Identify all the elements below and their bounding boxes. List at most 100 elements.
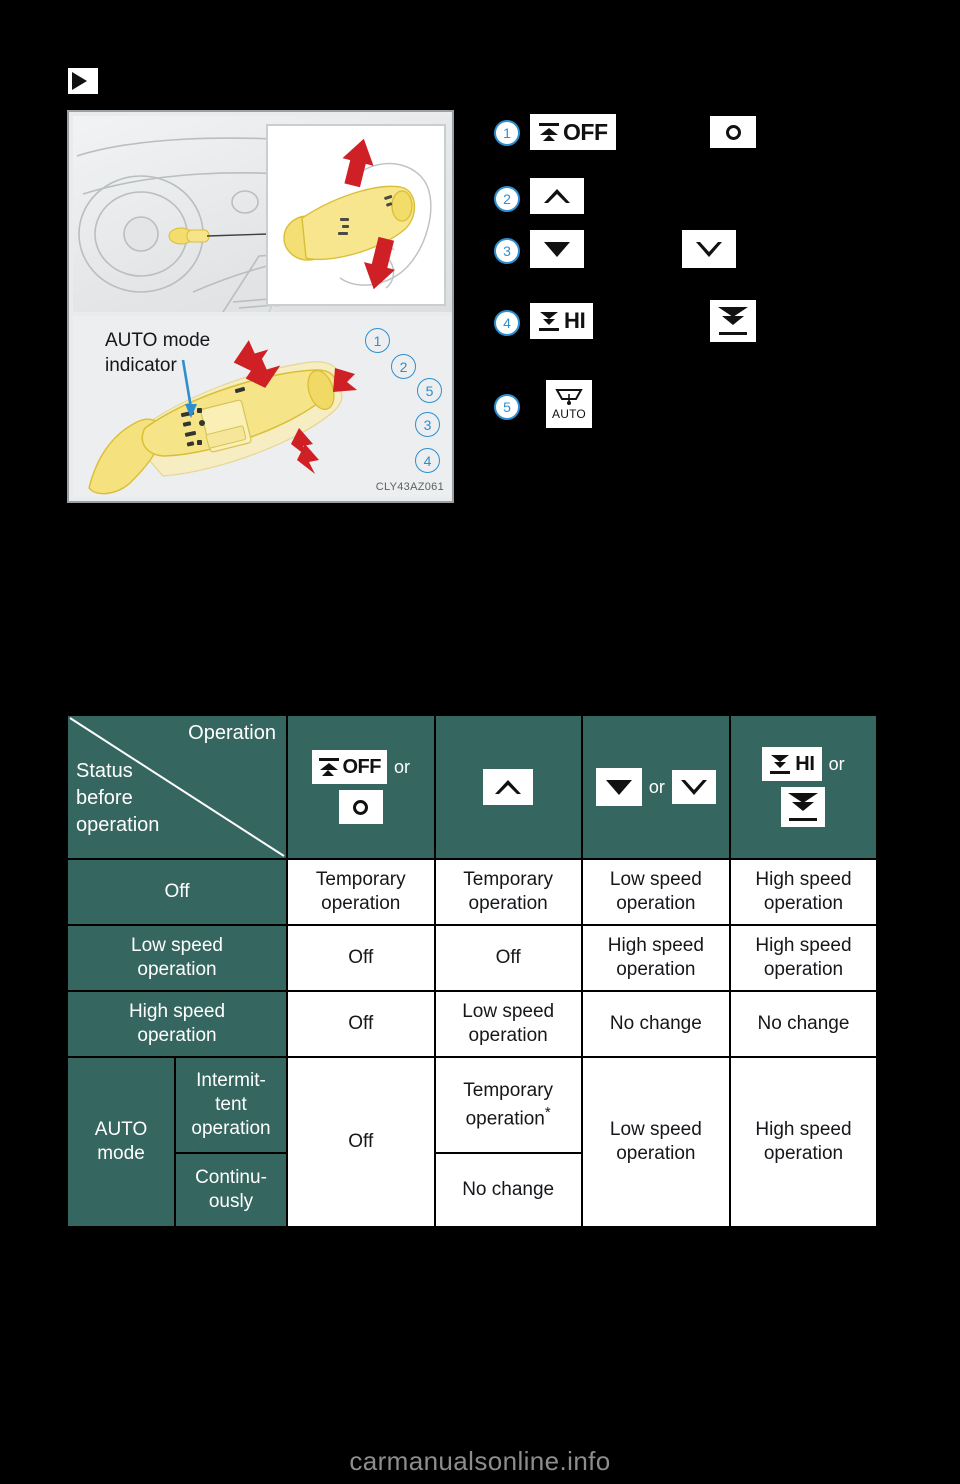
legend-chip-ring	[710, 116, 756, 148]
row-header-off: Off	[68, 860, 286, 924]
cell-off-up: Temporary operation	[435, 860, 581, 924]
wiper-auto-icon: AUTO	[549, 384, 589, 424]
table-row: High speed operation Off Low speed opera…	[68, 992, 876, 1056]
header-chip-off: OFF	[311, 750, 387, 784]
row-header-line-2: ously	[208, 1191, 254, 1212]
cell-line-2: operation	[763, 1143, 844, 1164]
column-header-up	[435, 716, 581, 858]
cell-line-1: Low speed	[609, 1118, 702, 1140]
cell-high-hi: No change	[730, 992, 876, 1056]
cell-line-2: operation	[763, 893, 844, 914]
page-root: AUTO mode indicator 1 2 5 3 4 CLY43AZ061…	[0, 0, 960, 1484]
callout-3: 3	[415, 412, 440, 437]
wiper-hi-icon	[538, 311, 560, 331]
column-header-hi: HI or	[730, 716, 876, 858]
stalk-detail-art	[88, 340, 357, 495]
wiper-stalk-illustration: AUTO mode indicator 1 2 5 3 4 CLY43AZ061	[67, 110, 454, 503]
header-or-label-1: or	[394, 756, 411, 777]
legend-label-hi: HI	[564, 308, 586, 333]
footnote-star: *	[544, 1103, 551, 1121]
header-label-off: OFF	[342, 755, 382, 778]
legend-chip-auto: AUTO	[546, 380, 592, 428]
legend-list: 1 OFF 2 3 4 HI 5 AUTO	[492, 112, 892, 440]
legend-chip-down-outline	[682, 230, 736, 268]
header-chip-double-wipe	[781, 787, 826, 827]
status-line-1: Status	[76, 760, 133, 782]
triangle-up-outline-icon	[544, 189, 570, 203]
triangle-down-solid-icon	[544, 241, 570, 257]
callout-1: 1	[365, 328, 390, 353]
legend-number-4: 4	[494, 310, 520, 336]
cell-line-2: operation	[763, 959, 844, 980]
legend-chip-double-wipe	[710, 300, 756, 342]
row-header-line-1: AUTO	[94, 1118, 148, 1140]
site-watermark: carmanualsonline.info	[349, 1446, 611, 1476]
cell-auto-hi: High speed operation	[730, 1058, 876, 1226]
header-chip-down-outline	[671, 770, 716, 804]
row-header-line-2: tent	[215, 1093, 247, 1115]
illustration-code: CLY43AZ061	[375, 481, 444, 493]
legend-item-4: 4 HI	[492, 300, 892, 380]
cell-line-1: Low speed	[609, 868, 702, 890]
table-corner-cell: Operation Status before operation	[68, 716, 286, 858]
ring-icon	[353, 799, 369, 815]
cell-auto-off: Off	[288, 1058, 434, 1226]
row-header-line-2: operation	[137, 959, 217, 980]
operation-header-label: Operation	[188, 722, 276, 744]
row-header-continuously: Continu- ously	[176, 1154, 286, 1226]
operation-status-table: Operation Status before operation OFF or…	[66, 714, 878, 1228]
status-header-label: Status before operation	[76, 758, 159, 838]
header-chip-down-solid	[595, 768, 642, 806]
cell-high-up: Low speed operation	[435, 992, 581, 1056]
legend-item-2: 2	[492, 178, 892, 230]
cell-line-1: High speed	[755, 868, 852, 890]
wiper-mist-off-icon	[318, 757, 340, 777]
illustration-stalk-detail: AUTO mode indicator 1 2 5 3 4 CLY43AZ061	[73, 316, 452, 497]
table-row: Low speed operation Off Off High speed o…	[68, 926, 876, 990]
row-header-line-2: operation	[137, 1025, 217, 1046]
stalk-hand-art	[283, 138, 432, 290]
legend-chip-hi: HI	[530, 303, 594, 339]
row-header-auto-mode: AUTO mode	[68, 1058, 174, 1226]
table-row: Off Temporary operation Temporary operat…	[68, 860, 876, 924]
header-or-label-3: or	[828, 753, 845, 774]
callout-2: 2	[391, 354, 416, 379]
row-header-intermittent: Intermit- tent operation	[176, 1058, 286, 1152]
column-header-off: OFF or	[288, 716, 434, 858]
stalk-closeup-inset	[266, 124, 446, 306]
cell-auto-continuous-up: No change	[435, 1154, 581, 1226]
legend-item-1: 1 OFF	[492, 112, 892, 178]
legend-chip-down-solid	[530, 230, 584, 268]
header-label-hi: HI	[795, 752, 815, 775]
wiper-mist-off-icon	[538, 122, 560, 142]
double-wipe-icon	[718, 307, 748, 335]
triangle-down-solid-icon	[605, 779, 632, 795]
cell-line-2: operation	[616, 893, 696, 914]
cell-line-2: operation	[616, 959, 696, 980]
row-header-line-1: High speed	[128, 1000, 226, 1022]
row-header-line-1: Intermit-	[196, 1069, 266, 1091]
callout-4: 4	[415, 448, 440, 473]
row-header-line-2: mode	[97, 1143, 145, 1164]
legend-label-off: OFF	[563, 118, 608, 145]
header-chip-ring	[338, 790, 383, 824]
row-header-line-1: Continu-	[195, 1166, 267, 1188]
header-chip-up	[483, 769, 534, 805]
cell-low-up: Off	[435, 926, 581, 990]
cell-auto-intermittent-up: Temporary operation*	[435, 1058, 581, 1152]
cell-line-1: Low speed	[462, 1000, 555, 1022]
cell-line-2: operation	[321, 893, 401, 914]
cell-line-2: operation*	[465, 1103, 551, 1130]
row-header-line-3: operation	[191, 1118, 271, 1140]
table-row: AUTO mode Intermit- tent operation Off T…	[68, 1058, 876, 1226]
legend-number-3: 3	[494, 238, 520, 264]
cell-line-1: Temporary	[463, 1079, 554, 1101]
legend-chip-off: OFF	[530, 114, 616, 150]
cell-line-1: High speed	[755, 1118, 852, 1140]
cell-auto-down: Low speed operation	[582, 1058, 729, 1226]
header-or-label-2: or	[648, 776, 665, 797]
status-line-3: operation	[76, 813, 160, 836]
triangle-up-outline-icon	[495, 780, 522, 794]
cell-line-2: operation	[468, 893, 548, 914]
callout-5: 5	[417, 378, 442, 403]
